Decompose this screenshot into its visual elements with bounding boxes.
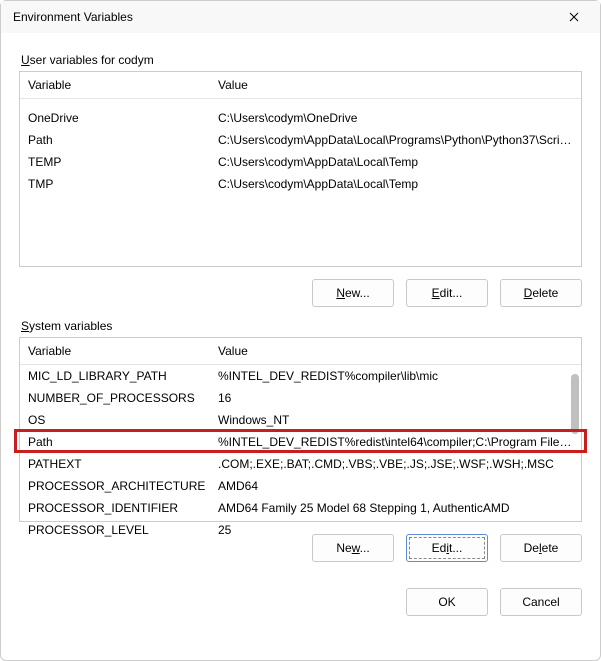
user-buttons: New... Edit... Delete — [19, 279, 582, 307]
cell-variable: TEMP — [28, 153, 218, 171]
system-variables-label: System variables — [21, 319, 582, 333]
column-value[interactable]: Value — [218, 344, 573, 358]
table-row[interactable]: TMPC:\Users\codym\AppData\Local\Temp — [20, 173, 581, 195]
cell-value: .COM;.EXE;.BAT;.CMD;.VBS;.VBE;.JS;.JSE;.… — [218, 455, 573, 473]
table-row[interactable]: PROCESSOR_ARCHITECTUREAMD64 — [20, 475, 581, 497]
cancel-button[interactable]: Cancel — [500, 588, 582, 616]
cell-value: AMD64 Family 25 Model 68 Stepping 1, Aut… — [218, 499, 573, 517]
cell-value: AMD64 — [218, 477, 573, 495]
system-variables-list[interactable]: Variable Value MIC_LD_LIBRARY_PATH%INTEL… — [19, 337, 582, 522]
user-list-header: Variable Value — [20, 72, 581, 99]
cell-value: 25 — [218, 521, 573, 539]
cell-variable: Path — [28, 433, 218, 451]
titlebar: Environment Variables — [1, 1, 600, 33]
sys-list-header: Variable Value — [20, 338, 581, 365]
cell-variable: TMP — [28, 175, 218, 193]
user-new-button[interactable]: New... — [312, 279, 394, 307]
cell-variable: OS — [28, 411, 218, 429]
cell-value: 16 — [218, 389, 573, 407]
dialog-content: User variables for codym Variable Value … — [1, 33, 600, 628]
user-edit-button[interactable]: Edit... — [406, 279, 488, 307]
cell-value: Windows_NT — [218, 411, 573, 429]
scrollbar-thumb[interactable] — [571, 374, 579, 434]
cell-variable: MIC_LD_LIBRARY_PATH — [28, 367, 218, 385]
table-row[interactable]: TEMPC:\Users\codym\AppData\Local\Temp — [20, 151, 581, 173]
table-row[interactable]: PathC:\Users\codym\AppData\Local\Program… — [20, 129, 581, 151]
table-row[interactable]: PATHEXT.COM;.EXE;.BAT;.CMD;.VBS;.VBE;.JS… — [20, 453, 581, 475]
user-delete-button[interactable]: Delete — [500, 279, 582, 307]
cell-value: C:\Users\codym\OneDrive — [218, 109, 573, 127]
table-row[interactable]: NUMBER_OF_PROCESSORS16 — [20, 387, 581, 409]
column-value[interactable]: Value — [218, 78, 573, 92]
cell-value: C:\Users\codym\AppData\Local\Temp — [218, 153, 573, 171]
table-row[interactable]: MIC_LD_LIBRARY_PATH%INTEL_DEV_REDIST%com… — [20, 365, 581, 387]
table-row[interactable]: PROCESSOR_IDENTIFIERAMD64 Family 25 Mode… — [20, 497, 581, 519]
cell-variable: PROCESSOR_ARCHITECTURE — [28, 477, 218, 495]
cell-value: C:\Users\codym\AppData\Local\Temp — [218, 175, 573, 193]
cell-variable: NUMBER_OF_PROCESSORS — [28, 389, 218, 407]
table-row[interactable]: Path%INTEL_DEV_REDIST%redist\intel64\com… — [20, 431, 581, 453]
close-icon[interactable] — [558, 3, 590, 31]
table-row[interactable]: OSWindows_NT — [20, 409, 581, 431]
ok-button[interactable]: OK — [406, 588, 488, 616]
cell-variable: OneDrive — [28, 109, 218, 127]
window-title: Environment Variables — [13, 10, 133, 24]
cell-variable: Path — [28, 131, 218, 149]
table-row[interactable]: OneDriveC:\Users\codym\OneDrive — [20, 107, 581, 129]
cell-variable: PROCESSOR_IDENTIFIER — [28, 499, 218, 517]
cell-value: %INTEL_DEV_REDIST%compiler\lib\mic — [218, 367, 573, 385]
table-row[interactable]: PROCESSOR_LEVEL25 — [20, 519, 581, 541]
user-variables-list[interactable]: Variable Value OneDriveC:\Users\codym\On… — [19, 71, 582, 267]
user-variables-label: User variables for codym — [21, 53, 582, 67]
dialog-footer: OK Cancel — [19, 588, 582, 616]
cell-variable: PROCESSOR_LEVEL — [28, 521, 218, 539]
cell-value: C:\Users\codym\AppData\Local\Programs\Py… — [218, 131, 573, 149]
column-variable[interactable]: Variable — [28, 78, 218, 92]
cell-variable: PATHEXT — [28, 455, 218, 473]
cell-value: %INTEL_DEV_REDIST%redist\intel64\compile… — [218, 433, 573, 451]
column-variable[interactable]: Variable — [28, 344, 218, 358]
